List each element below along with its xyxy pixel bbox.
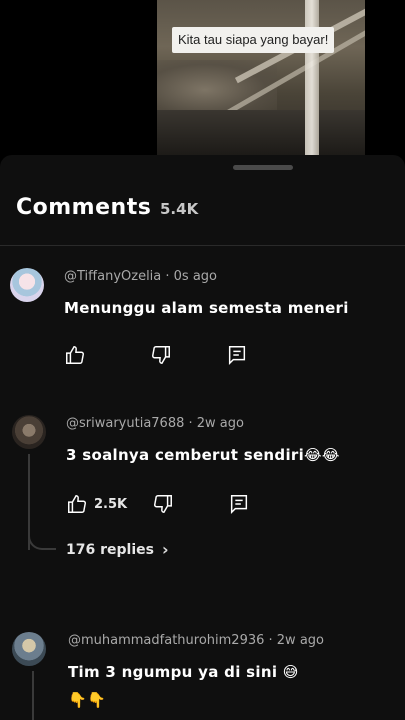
comments-header: Comments 5.4K bbox=[0, 195, 405, 245]
dislike-button[interactable] bbox=[152, 492, 174, 516]
dislike-button[interactable] bbox=[150, 343, 172, 367]
comment-item: @muhammadfathurohim2936 · 2w ago Tim 3 n… bbox=[0, 627, 405, 720]
reply-icon bbox=[228, 346, 246, 366]
thumbs-down-icon bbox=[154, 495, 172, 513]
comments-sheet: Comments 5.4K @TiffanyOzelia · 0s ago Me… bbox=[0, 155, 405, 720]
video-frame[interactable] bbox=[157, 0, 365, 156]
comments-count: 5.4K bbox=[160, 200, 199, 218]
header-divider bbox=[0, 245, 405, 246]
video-player[interactable]: Kita tau siapa yang bayar! bbox=[0, 0, 405, 160]
view-replies-button[interactable]: 176 replies › bbox=[66, 540, 169, 559]
comment-author[interactable]: @sriwaryutia7688 · 2w ago bbox=[66, 416, 244, 431]
video-scene-deck bbox=[157, 110, 365, 156]
comment-author[interactable]: @muhammadfathurohim2936 · 2w ago bbox=[68, 633, 324, 648]
comments-title: Comments bbox=[16, 195, 152, 220]
comment-text: Tim 3 ngumpu ya di sini 😅 bbox=[68, 663, 299, 681]
thread-curve bbox=[28, 530, 56, 550]
reply-button[interactable] bbox=[228, 492, 250, 516]
avatar[interactable] bbox=[12, 415, 46, 449]
thumbs-up-icon bbox=[66, 346, 84, 364]
drag-handle[interactable] bbox=[233, 165, 293, 170]
avatar[interactable] bbox=[10, 268, 44, 302]
video-scene-post bbox=[305, 0, 319, 156]
reply-button[interactable] bbox=[226, 343, 248, 367]
avatar[interactable] bbox=[12, 632, 46, 666]
thumbs-up-icon bbox=[68, 495, 86, 513]
comment-author[interactable]: @TiffanyOzelia · 0s ago bbox=[64, 269, 217, 284]
comment-text-line2: 👇👇 bbox=[68, 691, 106, 709]
reply-icon bbox=[230, 495, 248, 515]
comment-actions bbox=[64, 343, 264, 367]
replies-label: 176 replies bbox=[66, 541, 154, 558]
thumbs-down-icon bbox=[152, 346, 170, 364]
thread-line bbox=[32, 671, 34, 720]
comment-item: @sriwaryutia7688 · 2w ago 3 soalnya cemb… bbox=[0, 410, 405, 590]
comment-text: 3 soalnya cemberut sendiri😂😂 bbox=[66, 446, 340, 464]
like-button[interactable]: 2.5K bbox=[66, 492, 127, 516]
comment-text: Menunggu alam semesta meneri bbox=[64, 299, 349, 317]
like-button[interactable] bbox=[64, 343, 86, 367]
like-count: 2.5K bbox=[94, 496, 128, 512]
comment-actions: 2.5K bbox=[66, 492, 266, 516]
video-caption: Kita tau siapa yang bayar! bbox=[172, 27, 335, 53]
comment-item: @TiffanyOzelia · 0s ago Menunggu alam se… bbox=[0, 263, 405, 383]
chevron-right-icon: › bbox=[161, 540, 169, 559]
